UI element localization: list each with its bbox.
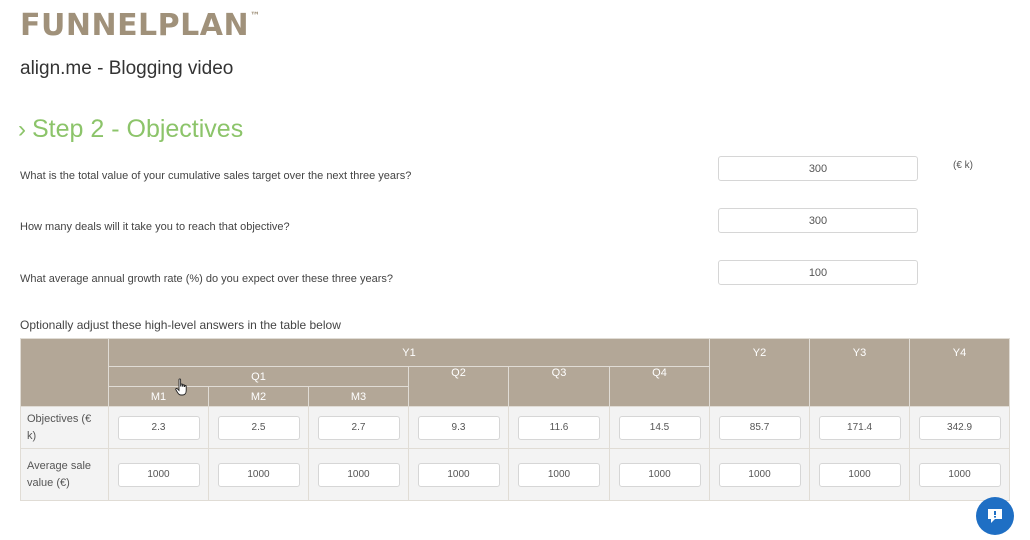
sale-value-cell-q2[interactable] (417, 462, 500, 487)
table-row: Objectives (€ k) (20, 406, 1011, 449)
row-label-objectives: Objectives (€ k) (20, 406, 109, 449)
header-y1: Y1 (107, 338, 711, 367)
header-m3: M3 (308, 386, 409, 407)
objective-cell-m3[interactable] (317, 415, 400, 440)
header-q1: Q1 (108, 366, 409, 387)
header-y4: Y4 (909, 338, 1011, 407)
objective-cell-m2[interactable] (217, 415, 300, 440)
hand-cursor-icon (175, 378, 187, 396)
objective-cell-q3[interactable] (518, 415, 600, 440)
header-q3: Q3 (508, 366, 610, 407)
objective-cell-m1[interactable] (117, 415, 200, 440)
growth-rate-input[interactable] (718, 260, 918, 285)
chat-button[interactable] (976, 497, 1014, 535)
chevron-right-icon: › (18, 115, 26, 143)
sale-value-cell-q4[interactable] (618, 462, 701, 487)
objectives-table: Y1 Y2 Y3 Y4 Q1 Q2 Q3 Q4 M1 M2 M3 Objecti… (20, 338, 1011, 501)
brand-name: FUNNELPLAN (20, 8, 250, 43)
step-heading: › Step 2 - Objectives (18, 115, 243, 144)
header-q4: Q4 (608, 366, 711, 407)
objective-cell-q4[interactable] (618, 415, 701, 440)
table-row: Average sale value (€) (20, 448, 1011, 501)
sale-value-cell-y2[interactable] (718, 462, 801, 487)
brand-tm: ™ (250, 11, 261, 22)
objective-cell-y3[interactable] (818, 415, 901, 440)
header-m1: M1 (108, 386, 209, 407)
header-y2: Y2 (709, 338, 811, 407)
step-title: Step 2 - Objectives (32, 115, 244, 143)
row-label-average-sale: Average sale value (€) (20, 448, 109, 501)
sale-value-cell-q3[interactable] (518, 462, 600, 487)
question-sales-target: What is the total value of your cumulati… (20, 170, 412, 182)
question-deals: How many deals will it take you to reach… (20, 221, 290, 233)
sales-target-input[interactable] (718, 156, 918, 181)
objective-cell-y4[interactable] (918, 415, 1001, 440)
sale-value-cell-m1[interactable] (117, 462, 200, 487)
header-m2: M2 (208, 386, 309, 407)
table-corner (20, 338, 109, 407)
brand-logo: FUNNELPLAN™ (20, 8, 261, 43)
header-q2: Q2 (408, 366, 509, 407)
table-caption: Optionally adjust these high-level answe… (20, 318, 341, 332)
sale-value-cell-m3[interactable] (317, 462, 400, 487)
sale-value-cell-m2[interactable] (217, 462, 300, 487)
project-title: align.me - Blogging video (20, 58, 234, 79)
objective-cell-q2[interactable] (417, 415, 500, 440)
header-y3: Y3 (809, 338, 911, 407)
sale-value-cell-y4[interactable] (918, 462, 1001, 487)
sales-target-unit: (€ k) (953, 160, 973, 171)
chat-bubble-icon (988, 509, 1002, 523)
objective-cell-y2[interactable] (718, 415, 801, 440)
deals-input[interactable] (718, 208, 918, 233)
question-growth-rate: What average annual growth rate (%) do y… (20, 273, 393, 285)
sale-value-cell-y3[interactable] (818, 462, 901, 487)
